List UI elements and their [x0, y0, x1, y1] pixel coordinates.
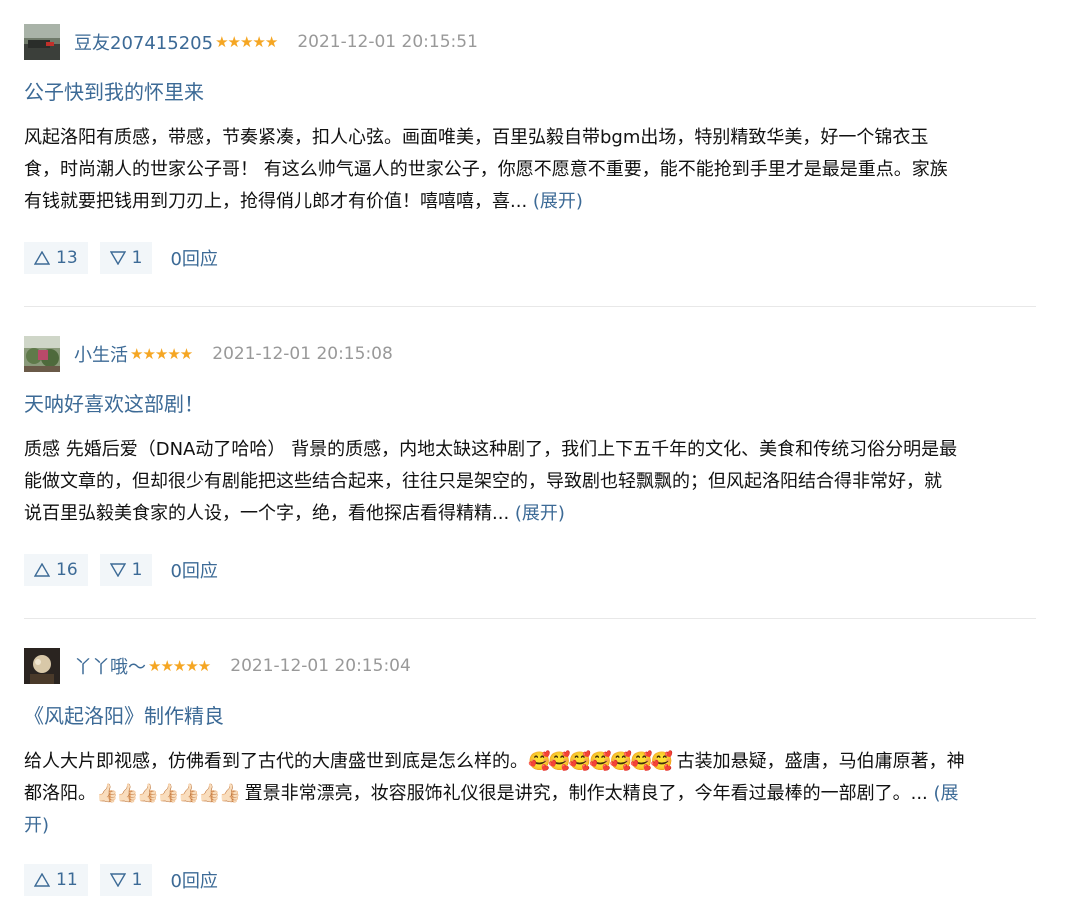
downvote-button[interactable]: 1 — [99, 242, 153, 274]
triangle-down-icon — [109, 563, 126, 577]
downvote-count: 1 — [131, 870, 143, 890]
review-timestamp: 2021-12-01 20:15:04 — [230, 656, 411, 676]
triangle-up-icon — [34, 563, 50, 577]
review-body-line-last: 开) — [24, 810, 1036, 842]
expand-link[interactable]: (展开) — [533, 191, 583, 212]
review-title[interactable]: 公子快到我的怀里来 — [24, 78, 1036, 106]
review-timestamp: 2021-12-01 20:15:08 — [212, 344, 393, 364]
review-body-text: 给人大片即视感，仿佛看到了古代的大唐盛世到底是怎么样的。 — [24, 751, 528, 772]
review-body: 给人大片即视感，仿佛看到了古代的大唐盛世到底是怎么样的。🥰🥰🥰🥰🥰🥰🥰 古装加悬… — [24, 746, 1036, 842]
upvote-count: 13 — [56, 248, 78, 268]
review-actions: 13 1 0回应 — [24, 242, 1036, 274]
review-timestamp: 2021-12-01 20:15:51 — [297, 32, 478, 52]
avatar[interactable] — [24, 648, 60, 684]
upvote-button[interactable]: 11 — [24, 864, 88, 896]
triangle-down-icon — [109, 873, 126, 887]
downvote-count: 1 — [131, 248, 143, 268]
username-link[interactable]: 丫丫哦～ — [74, 653, 146, 679]
upvote-button[interactable]: 16 — [24, 554, 88, 586]
smiling-face-emoji-icon: 🥰🥰🥰🥰🥰🥰🥰 — [528, 751, 673, 772]
review-body-text: 有钱就要把钱用到刀刃上，抢得俏儿郎才有价值！嘻嘻嘻，喜... — [24, 191, 533, 212]
review-body-line-last: 有钱就要把钱用到刀刃上，抢得俏儿郎才有价值！嘻嘻嘻，喜... (展开) — [24, 186, 1036, 218]
avatar[interactable] — [24, 24, 60, 60]
triangle-down-icon — [109, 251, 126, 265]
downvote-count: 1 — [131, 560, 143, 580]
review-header: 丫丫哦～ ★★★★★ 2021-12-01 20:15:04 — [24, 648, 1036, 684]
review-header: 豆友207415205 ★★★★★ 2021-12-01 20:15:51 — [24, 24, 1036, 60]
review-body-line: 质感 先婚后爱（DNA动了哈哈） 背景的质感，内地太缺这种剧了，我们上下五千年的… — [24, 439, 958, 460]
review-title[interactable]: 《风起洛阳》制作精良 — [24, 702, 1036, 730]
review-actions: 11 1 0回应 — [24, 864, 1036, 896]
thumbs-up-emoji-icon: 👍🏻👍🏻👍🏻👍🏻👍🏻👍🏻👍🏻 — [96, 783, 241, 804]
downvote-button[interactable]: 1 — [99, 864, 153, 896]
upvote-count: 11 — [56, 870, 78, 890]
review-body-line: 食，时尚潮人的世家公子哥！ 有这么帅气逼人的世家公子，你愿不愿意不重要，能不能抢… — [24, 159, 948, 180]
username-link[interactable]: 小生活 — [74, 341, 128, 367]
review-actions: 16 1 0回应 — [24, 554, 1036, 586]
review-body-text: 都洛阳。 — [24, 783, 96, 804]
review-body-line: 能做文章的，但却很少有剧能把这些结合起来，往往只是架空的，导致剧也轻飘飘的；但风… — [24, 471, 942, 492]
triangle-up-icon — [34, 251, 50, 265]
review-body: 质感 先婚后爱（DNA动了哈哈） 背景的质感，内地太缺这种剧了，我们上下五千年的… — [24, 434, 1036, 530]
upvote-count: 16 — [56, 560, 78, 580]
triangle-up-icon — [34, 873, 50, 887]
review-item: 豆友207415205 ★★★★★ 2021-12-01 20:15:51 公子… — [24, 24, 1036, 307]
review-body-text: 置景非常漂亮，妆容服饰礼仪很是讲究，制作太精良了，今年看过最棒的一部剧了。... — [238, 783, 934, 804]
review-body-line-last: 说百里弘毅美食家的人设，一个字，绝，看他探店看得精精... (展开) — [24, 498, 1036, 530]
review-body-line: 风起洛阳有质感，带感，节奏紧凑，扣人心弦。画面唯美，百里弘毅自带bgm出场，特别… — [24, 127, 929, 148]
rating-stars: ★★★★★ — [130, 345, 193, 363]
downvote-button[interactable]: 1 — [99, 554, 153, 586]
review-body-text: 说百里弘毅美食家的人设，一个字，绝，看他探店看得精精... — [24, 503, 515, 524]
review-item: 丫丫哦～ ★★★★★ 2021-12-01 20:15:04 《风起洛阳》制作精… — [24, 648, 1036, 908]
avatar[interactable] — [24, 336, 60, 372]
reply-link[interactable]: 0回应 — [170, 867, 217, 893]
expand-link[interactable]: (展开) — [515, 503, 565, 524]
review-body-line: 给人大片即视感，仿佛看到了古代的大唐盛世到底是怎么样的。🥰🥰🥰🥰🥰🥰🥰 古装加悬… — [24, 746, 1036, 778]
expand-link[interactable]: (展 — [934, 783, 959, 804]
username-link[interactable]: 豆友207415205 — [74, 29, 213, 55]
rating-stars: ★★★★★ — [148, 657, 211, 675]
review-title[interactable]: 天呐好喜欢这部剧！ — [24, 390, 1036, 418]
review-body-text: 古装加悬疑，盛唐，马伯庸原著，神 — [670, 751, 965, 772]
review-list: 豆友207415205 ★★★★★ 2021-12-01 20:15:51 公子… — [0, 0, 1066, 914]
reply-link[interactable]: 0回应 — [170, 557, 217, 583]
review-body: 风起洛阳有质感，带感，节奏紧凑，扣人心弦。画面唯美，百里弘毅自带bgm出场，特别… — [24, 122, 1036, 218]
rating-stars: ★★★★★ — [215, 33, 278, 51]
expand-link[interactable]: 开) — [24, 815, 49, 836]
upvote-button[interactable]: 13 — [24, 242, 88, 274]
review-header: 小生活 ★★★★★ 2021-12-01 20:15:08 — [24, 336, 1036, 372]
review-body-line: 都洛阳。👍🏻👍🏻👍🏻👍🏻👍🏻👍🏻👍🏻 置景非常漂亮，妆容服饰礼仪很是讲究，制作太… — [24, 778, 1036, 810]
review-item: 小生活 ★★★★★ 2021-12-01 20:15:08 天呐好喜欢这部剧！ … — [24, 336, 1036, 619]
reply-link[interactable]: 0回应 — [170, 245, 217, 271]
